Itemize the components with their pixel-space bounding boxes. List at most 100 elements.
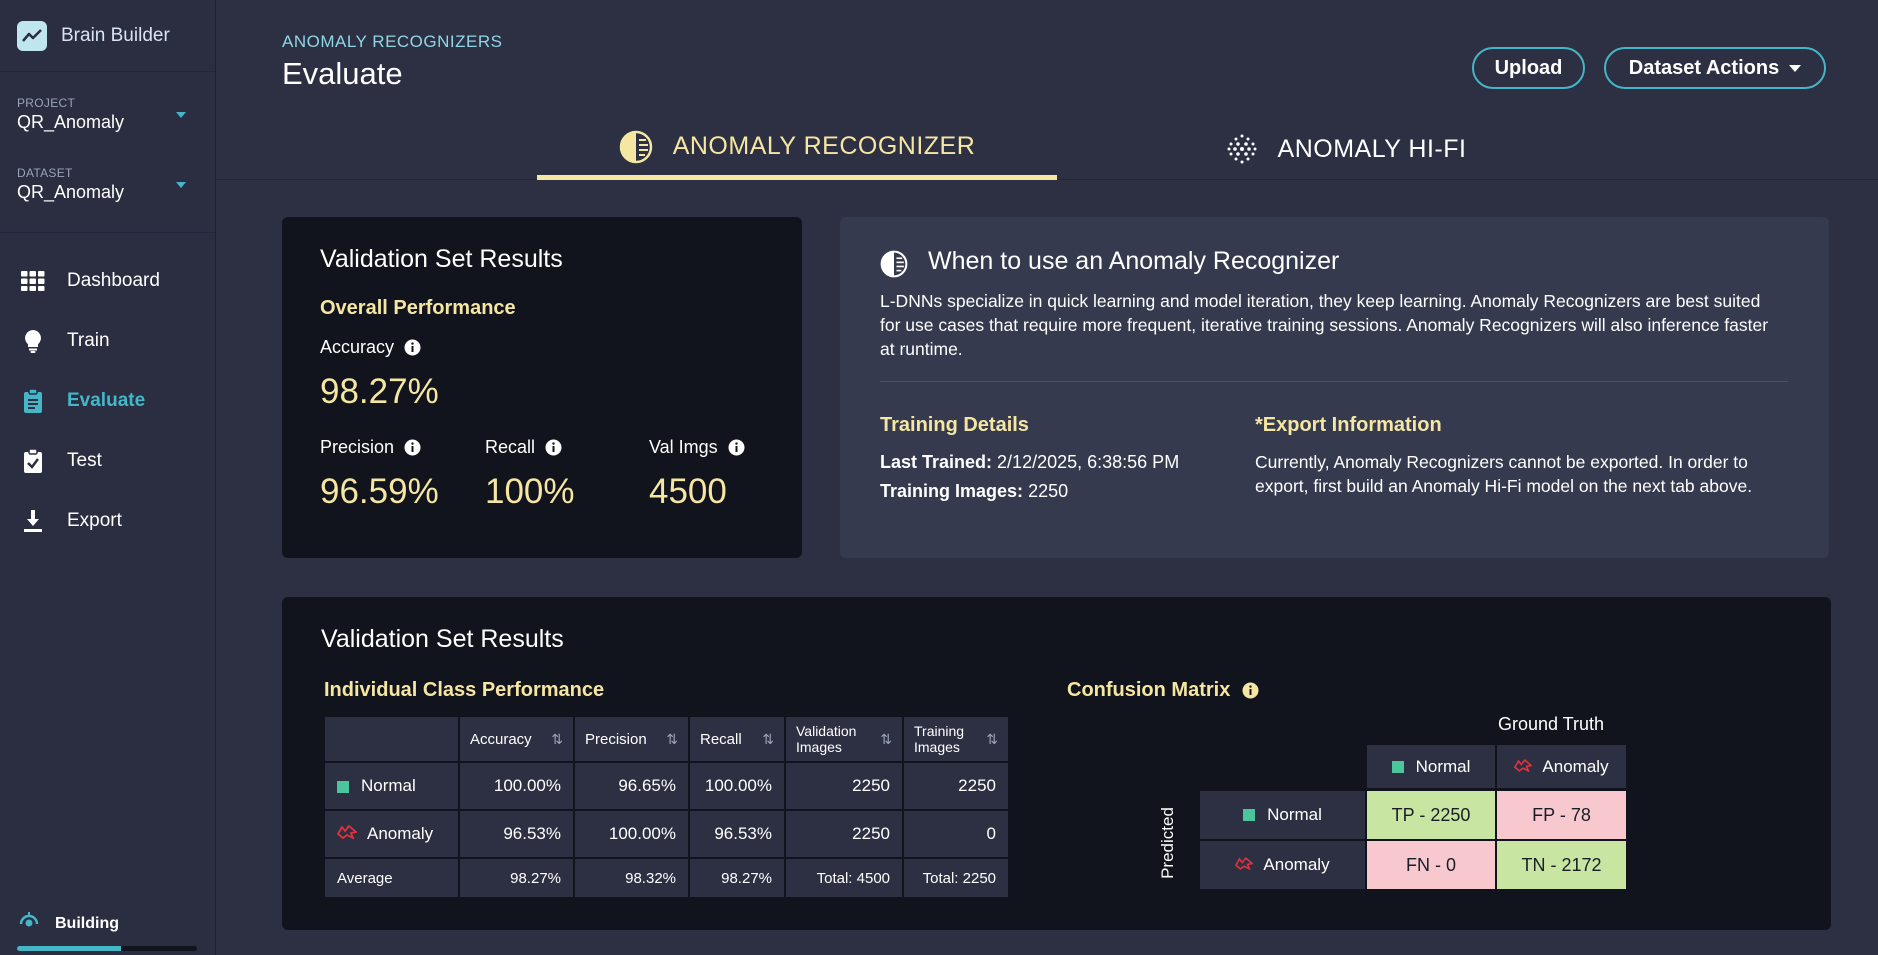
column-label: Precision: [585, 730, 647, 748]
info-icon[interactable]: [545, 439, 562, 456]
column-header-accuracy[interactable]: Accuracy ⇅: [460, 717, 573, 761]
sort-icon[interactable]: ⇅: [762, 731, 774, 748]
cm-cell-fn: FN - 0: [1367, 841, 1495, 889]
tab-anomaly-recognizer[interactable]: ANOMALY RECOGNIZER: [537, 118, 1057, 180]
dataset-actions-button[interactable]: Dataset Actions: [1604, 47, 1826, 89]
clipboard-check-icon: [20, 448, 46, 474]
header: ANOMALY RECOGNIZERS Evaluate Upload Data…: [216, 0, 1878, 180]
precision-label: Precision: [320, 437, 421, 458]
val-imgs-label: Val Imgs: [649, 437, 745, 458]
column-header-training-images[interactable]: Training Images ⇅: [904, 717, 1008, 761]
sort-icon[interactable]: ⇅: [986, 731, 998, 747]
info-icon[interactable]: [404, 439, 421, 456]
column-header-validation-images[interactable]: Validation Images ⇅: [786, 717, 902, 761]
table-row: Normal 100.00% 96.65% 100.00% 2250 2250: [325, 763, 1008, 809]
validation-images-cell: Total: 4500: [786, 859, 902, 897]
normal-swatch-icon: [1391, 760, 1404, 773]
when-title: When to use an Anomaly Recognizer: [928, 247, 1340, 275]
normal-swatch-icon: [337, 780, 349, 793]
column-label: Recall: [700, 730, 742, 748]
export-info-title: *Export Information: [1255, 414, 1442, 436]
card-title: Validation Set Results: [320, 245, 563, 273]
sort-icon[interactable]: ⇅: [551, 731, 563, 748]
half-circle-icon: [619, 130, 653, 164]
accuracy-cell: 100.00%: [460, 763, 573, 809]
chevron-down-icon: [176, 182, 186, 188]
anomaly-icon: [1235, 855, 1255, 875]
precision-label-text: Precision: [320, 437, 395, 457]
building-icon: [17, 910, 41, 937]
class-name: Normal: [361, 776, 416, 795]
precision-cell: 98.32%: [575, 859, 688, 897]
last-trained-row: Last Trained: 2/12/2025, 6:38:56 PM: [880, 452, 1179, 473]
accuracy-cell: 98.27%: [460, 859, 573, 897]
build-status-label: Building: [55, 914, 119, 932]
clipboard-icon: [20, 388, 46, 414]
app-name: Brain Builder: [61, 24, 170, 46]
anomaly-icon: [336, 824, 358, 844]
when-to-use-card: When to use an Anomaly Recognizer L-DNNs…: [840, 217, 1829, 558]
sort-icon[interactable]: ⇅: [880, 731, 892, 747]
dot-grid-icon: [1226, 133, 1258, 165]
page-title: Evaluate: [282, 56, 403, 91]
tab-anomaly-hi-fi[interactable]: ANOMALY HI-FI: [1196, 118, 1496, 180]
class-results-card: Validation Set Results Individual Class …: [282, 597, 1831, 930]
build-status: Building: [17, 910, 119, 937]
sidebar-item-train[interactable]: Train: [0, 311, 215, 371]
dataset-selector[interactable]: DATASET QR_Anomaly: [0, 142, 215, 212]
pred-header-anomaly: Anomaly: [1200, 841, 1365, 889]
project-selector[interactable]: PROJECT QR_Anomaly: [0, 72, 215, 142]
column-label: Accuracy: [470, 730, 532, 748]
caret-down-icon: [1789, 64, 1802, 72]
class-cell: Normal: [325, 763, 458, 809]
accuracy-label-text: Accuracy: [320, 337, 395, 357]
sidebar-item-dashboard[interactable]: Dashboard: [0, 251, 215, 311]
class-name: Normal: [1267, 805, 1322, 824]
info-icon[interactable]: [728, 439, 745, 456]
precision-cell: 100.00%: [575, 811, 688, 857]
export-info-text: Currently, Anomaly Recognizers cannot be…: [1255, 452, 1753, 496]
training-images-label: Training Images:: [880, 481, 1024, 501]
sort-icon[interactable]: ⇅: [666, 731, 678, 748]
class-performance-table: Accuracy ⇅ Precision ⇅ Recall ⇅ Validation …: [323, 715, 1010, 899]
dataset-actions-label: Dataset Actions: [1628, 56, 1780, 79]
tab-label: ANOMALY HI-FI: [1277, 134, 1467, 163]
sidebar-item-test[interactable]: Test: [0, 431, 215, 491]
sidebar-item-evaluate[interactable]: Evaluate: [0, 371, 215, 431]
val-imgs-label-text: Val Imgs: [649, 437, 718, 457]
info-icon[interactable]: [404, 339, 421, 356]
cm-cell-tp: TP - 2250: [1367, 791, 1495, 839]
validation-images-cell: 2250: [786, 763, 902, 809]
sidebar-item-label: Evaluate: [67, 390, 146, 411]
validation-images-cell: 2250: [786, 811, 902, 857]
column-header-recall[interactable]: Recall ⇅: [690, 717, 784, 761]
column-label: Training Images: [914, 723, 965, 755]
training-images-value: 2250: [1028, 481, 1069, 501]
sidebar-item-label: Test: [67, 450, 102, 471]
upload-button[interactable]: Upload: [1472, 47, 1585, 89]
confusion-matrix-heading: Confusion Matrix: [1067, 679, 1259, 702]
anomaly-icon: [1514, 757, 1534, 777]
last-trained-value: 2/12/2025, 6:38:56 PM: [997, 452, 1180, 472]
recall-label-text: Recall: [485, 437, 536, 457]
training-details-title: Training Details: [880, 414, 1029, 436]
overall-performance-heading: Overall Performance: [320, 297, 516, 319]
recall-label: Recall: [485, 437, 562, 458]
upload-button-label: Upload: [1494, 56, 1563, 79]
sidebar-item-export[interactable]: Export: [0, 491, 215, 551]
predicted-label: Predicted: [1158, 807, 1177, 879]
column-header-class: [325, 717, 458, 761]
column-header-precision[interactable]: Precision ⇅: [575, 717, 688, 761]
info-icon[interactable]: [1242, 682, 1259, 699]
divider: [880, 381, 1788, 382]
confusion-matrix-title: Confusion Matrix: [1067, 679, 1231, 701]
line-chart-icon: [17, 20, 47, 51]
last-trained-label: Last Trained:: [880, 452, 993, 472]
training-images-cell: Total: 2250: [904, 859, 1008, 897]
breadcrumb[interactable]: ANOMALY RECOGNIZERS: [282, 32, 502, 52]
half-circle-icon: [880, 250, 908, 283]
training-images-row: Training Images: 2250: [880, 481, 1068, 502]
recall-cell: 98.27%: [690, 859, 784, 897]
brand[interactable]: Brain Builder: [0, 0, 215, 72]
accuracy-cell: 96.53%: [460, 811, 573, 857]
